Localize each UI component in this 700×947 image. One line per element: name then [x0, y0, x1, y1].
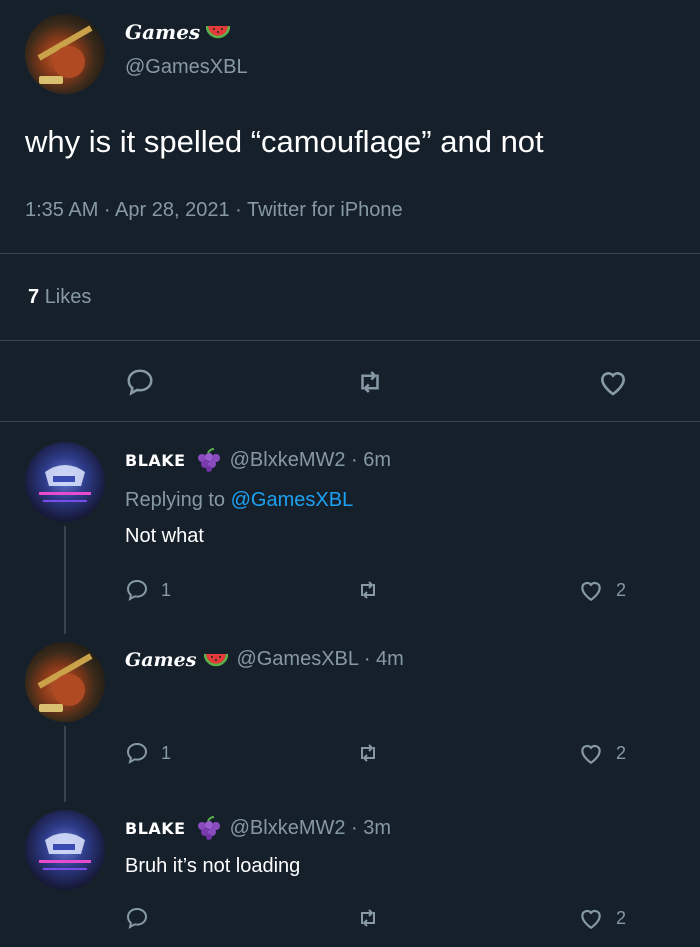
replying-to: Replying to @GamesXBL — [125, 489, 353, 512]
display-name[interactable]: Games — [125, 649, 196, 671]
like-button[interactable]: 2 — [578, 741, 626, 765]
grapes-icon — [194, 816, 222, 840]
divider — [0, 340, 700, 341]
handle-time: @BlxkeMW2 · 6m — [229, 448, 392, 471]
avatar-image — [39, 833, 91, 870]
handle[interactable]: @GamesXBL — [125, 56, 248, 79]
heart-icon — [578, 741, 604, 765]
tweet-meta: 1:35 AM · Apr 28, 2021 · Twitter for iPh… — [25, 199, 403, 221]
avatar-image — [37, 653, 93, 712]
retweet-icon — [355, 741, 381, 765]
handle-time: @BlxkeMW2 · 3m — [229, 816, 392, 839]
reply-icon — [125, 906, 149, 930]
tweet-text: Bruh it’s not loading — [125, 855, 301, 877]
heart-icon — [578, 578, 604, 602]
display-name[interactable]: Games — [125, 20, 200, 44]
reply-count: 1 — [161, 579, 172, 600]
divider — [0, 421, 700, 422]
retweet-button[interactable] — [355, 367, 385, 397]
like-count: 2 — [616, 907, 627, 928]
retweet-button[interactable] — [355, 906, 381, 930]
tweet-text: why is it spelled “camouflage” and not — [25, 124, 544, 159]
reply-button[interactable]: 1 — [125, 741, 171, 765]
reply-icon — [125, 741, 149, 765]
likes-summary[interactable]: 7 Likes — [28, 286, 91, 309]
reply-icon — [125, 578, 149, 602]
thread-line — [64, 726, 66, 802]
reply-icon — [125, 367, 155, 397]
replying-handle-link[interactable]: @GamesXBL — [231, 489, 354, 511]
avatar-image — [39, 465, 91, 502]
avatar[interactable] — [25, 442, 105, 522]
avatar[interactable] — [25, 14, 105, 94]
handle-time: @GamesXBL · 4m — [236, 648, 404, 670]
reply-button[interactable] — [125, 367, 155, 397]
like-count: 2 — [616, 742, 627, 763]
reply-button[interactable] — [125, 906, 161, 930]
retweet-icon — [355, 367, 385, 397]
like-button[interactable] — [597, 367, 629, 397]
thread-line — [64, 526, 66, 634]
likes-label: Likes — [44, 286, 92, 308]
grapes-icon — [194, 448, 222, 472]
reply-button[interactable]: 1 — [125, 578, 171, 602]
avatar[interactable] — [25, 642, 105, 722]
avatar[interactable] — [25, 810, 105, 890]
retweet-icon — [355, 578, 381, 602]
watermelon-icon — [204, 651, 229, 669]
like-button[interactable]: 2 — [578, 906, 626, 930]
heart-icon — [578, 906, 604, 930]
retweet-button[interactable] — [355, 741, 381, 765]
retweet-button[interactable] — [355, 578, 381, 602]
replying-prefix: Replying to — [125, 489, 226, 511]
like-count: 2 — [616, 579, 627, 600]
reply-count: 1 — [161, 742, 172, 763]
divider — [0, 253, 700, 254]
like-button[interactable]: 2 — [578, 578, 626, 602]
retweet-icon — [355, 906, 381, 930]
watermelon-icon — [206, 23, 231, 41]
tweet-text: Not what — [125, 525, 204, 547]
avatar-image — [37, 25, 93, 84]
display-name[interactable]: BLAKE — [125, 451, 186, 470]
display-name[interactable]: BLAKE — [125, 819, 186, 838]
heart-icon — [597, 367, 629, 397]
likes-count: 7 — [28, 286, 40, 308]
